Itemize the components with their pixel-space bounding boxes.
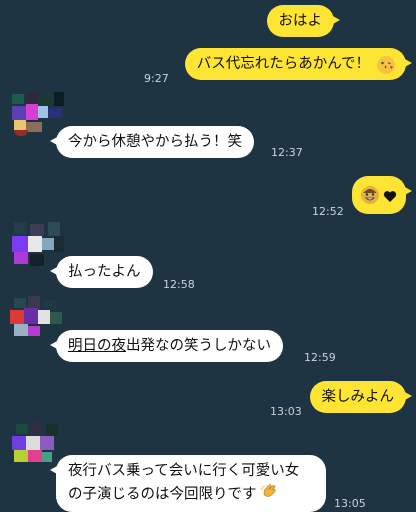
message-text-line: の子演じるのは今回限りです xyxy=(68,486,257,503)
outgoing-message-bubble[interactable] xyxy=(352,176,412,214)
message-text: バス代忘れたらあかんで！ xyxy=(196,56,370,72)
message-text: 楽しみよん xyxy=(321,389,395,405)
message-text-line: 夜行バス乗って会いに行く可愛い女 xyxy=(68,463,300,479)
message-timestamp: 13:05 xyxy=(334,497,366,510)
chat-thread: おはよ バス代忘れたらあかんで！ 9:27 今から休憩やから払う！笑 12:37… xyxy=(0,0,416,512)
kiss-face-icon xyxy=(376,55,396,82)
incoming-message-bubble[interactable]: 払ったよん xyxy=(50,256,153,288)
outgoing-message-bubble[interactable]: 楽しみよん xyxy=(309,381,412,413)
message-timestamp: 12:59 xyxy=(304,351,336,364)
incoming-message-bubble[interactable]: 明日の夜出発なの笑うしかない xyxy=(50,330,283,362)
clapping-hand-icon xyxy=(260,482,278,507)
message-link-text[interactable]: 明日の夜 xyxy=(68,338,126,354)
grinning-face-icon xyxy=(360,185,380,212)
message-text: 今から休憩やから払う！笑 xyxy=(68,134,242,150)
message-timestamp: 12:58 xyxy=(163,278,195,291)
outgoing-message-bubble[interactable]: おはよ xyxy=(266,5,340,37)
incoming-message-bubble[interactable]: 夜行バス乗って会いに行く可愛い女 の子演じるのは今回限りです xyxy=(50,455,326,512)
message-timestamp: 13:03 xyxy=(270,405,302,418)
heart-icon xyxy=(383,188,397,210)
incoming-message-bubble[interactable]: 今から休憩やから払う！笑 xyxy=(50,126,254,158)
message-text: 出発なの笑うしかない xyxy=(126,338,271,354)
message-text: おはよ xyxy=(278,13,323,29)
message-timestamp: 12:37 xyxy=(271,146,303,159)
message-timestamp: 9:27 xyxy=(144,72,169,85)
message-timestamp: 12:52 xyxy=(312,205,344,218)
message-text: 払ったよん xyxy=(68,264,141,280)
outgoing-message-bubble[interactable]: バス代忘れたらあかんで！ xyxy=(184,48,413,82)
